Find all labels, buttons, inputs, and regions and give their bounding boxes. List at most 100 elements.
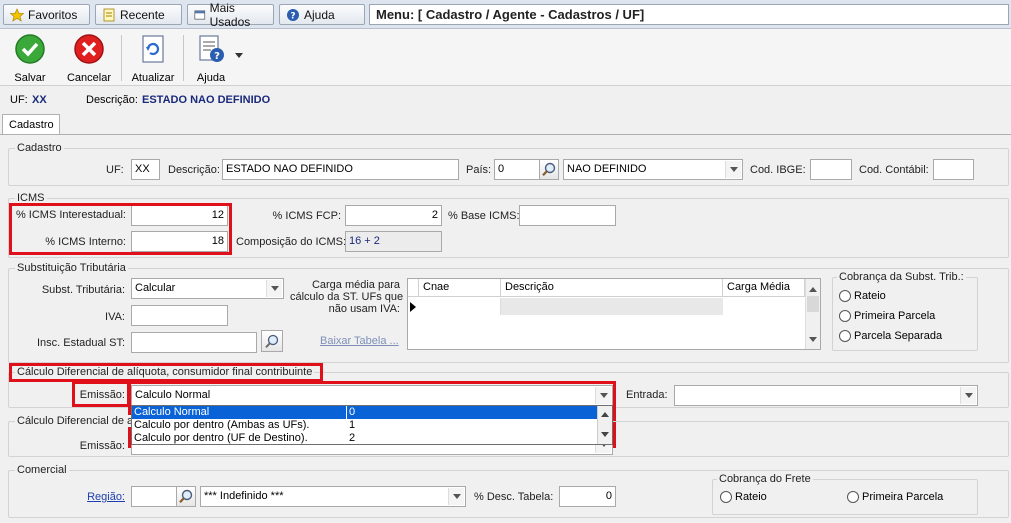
entrada-select[interactable] xyxy=(674,385,978,406)
ajuda-toolbar-button[interactable]: ? Ajuda xyxy=(186,31,236,84)
baixar-tabela-link[interactable]: Baixar Tabela ... xyxy=(320,335,399,347)
svg-text:?: ? xyxy=(214,51,220,62)
radio-label: Parcela Separada xyxy=(854,330,943,342)
descricao-input[interactable]: ESTADO NAO DEFINIDO xyxy=(222,159,459,180)
regiao-lookup-button[interactable] xyxy=(176,486,196,507)
scroll-down-icon[interactable] xyxy=(601,432,609,441)
option-label: Calculo Normal xyxy=(134,406,210,418)
desc-info-label: Descrição: xyxy=(86,94,138,106)
option-code: 0 xyxy=(349,406,356,418)
option-divider xyxy=(346,406,347,419)
base-icms-label: % Base ICMS: xyxy=(448,210,520,222)
toolbar: Salvar Cancelar Atualizar ? Ajuda xyxy=(0,29,1011,86)
subst-select[interactable]: Calcular xyxy=(131,278,284,299)
carga-media-label-line: cálculo da ST. UFs que xyxy=(290,291,404,303)
cancelar-label: Cancelar xyxy=(66,72,112,84)
radio-label: Rateio xyxy=(854,290,886,302)
favoritos-button[interactable]: Favoritos xyxy=(3,4,90,25)
tab-cadastro[interactable]: Cadastro xyxy=(2,114,60,135)
iva-input[interactable] xyxy=(131,305,228,326)
ajuda-dropdown-arrow-icon[interactable] xyxy=(235,53,243,62)
radio-frete-rateio[interactable]: Rateio xyxy=(720,491,767,503)
radio-rateio[interactable]: Rateio xyxy=(839,290,886,302)
contabil-input[interactable] xyxy=(933,159,974,180)
emissao-dropdown-list[interactable]: Calculo Normal 0 Calculo por dentro (Amb… xyxy=(131,405,613,445)
pais-select-value: NAO DEFINIDO xyxy=(567,163,647,175)
scroll-thumb[interactable] xyxy=(807,296,819,312)
toolbar-separator xyxy=(121,35,122,81)
regiao-link[interactable]: Região: xyxy=(60,491,125,503)
dropdown-option-uf-destino[interactable]: Calculo por dentro (UF de Destino). 2 xyxy=(132,432,598,445)
recente-label: Recente xyxy=(120,7,165,22)
salvar-button[interactable]: Salvar xyxy=(5,31,55,84)
pais-lookup-button[interactable] xyxy=(539,159,559,180)
cancelar-button[interactable]: Cancelar xyxy=(64,31,114,84)
grid-cell[interactable] xyxy=(501,298,723,315)
ibge-input[interactable] xyxy=(810,159,852,180)
descricao-label: Descrição: xyxy=(168,164,220,176)
cobranca-frete-title: Cobrança do Frete xyxy=(717,473,813,485)
chevron-down-icon xyxy=(266,280,282,297)
grid-cell[interactable] xyxy=(419,298,501,315)
icms-fcp-input[interactable]: 2 xyxy=(345,205,442,226)
dropdown-scrollbar[interactable] xyxy=(597,406,612,444)
help-document-icon: ? xyxy=(199,35,224,62)
highlight-box-difal-title xyxy=(9,363,323,382)
regiao-code-input[interactable] xyxy=(131,486,177,507)
pais-code-input[interactable]: 0 xyxy=(494,159,540,180)
dropdown-option-ambas-ufs[interactable]: Calculo por dentro (Ambas as UFs). 1 xyxy=(132,419,598,432)
insc-st-input[interactable] xyxy=(131,332,257,353)
uf-input[interactable]: XX xyxy=(131,159,160,180)
insc-st-label: Insc. Estadual ST: xyxy=(36,337,125,349)
ajuda-nav-label: Ajuda xyxy=(304,7,335,22)
grid-header-descricao[interactable]: Descrição xyxy=(501,279,723,297)
top-nav-bar: Favoritos Recente Mais Usados ? Ajuda Me… xyxy=(0,0,1011,29)
ibge-label: Cod. IBGE: xyxy=(750,164,806,176)
radio-parcela-separada[interactable]: Parcela Separada xyxy=(839,330,942,342)
subst-select-value: Calcular xyxy=(135,282,176,294)
carga-media-label-line: não usam IVA: xyxy=(328,303,400,315)
radio-primeira-parcela[interactable]: Primeira Parcela xyxy=(839,310,935,322)
base-icms-input[interactable] xyxy=(519,205,616,226)
pais-label: País: xyxy=(466,164,492,176)
cobranca-st-title: Cobrança da Subst. Trib.: xyxy=(837,271,966,283)
grid-cell[interactable] xyxy=(723,298,805,315)
baixar-tabela-text: Baixar Tabela ... xyxy=(320,335,399,347)
uf-label: UF: xyxy=(106,164,124,176)
highlight-box-emissao-label xyxy=(72,381,130,407)
recent-icon xyxy=(103,8,115,21)
tab-divider xyxy=(0,134,1011,135)
radio-circle-icon xyxy=(839,290,851,302)
desc-tabela-input[interactable]: 0 xyxy=(559,486,616,507)
chevron-down-icon xyxy=(448,488,464,505)
check-icon xyxy=(15,34,45,64)
insc-st-lookup-button[interactable] xyxy=(261,330,283,352)
search-icon xyxy=(542,162,556,177)
uf-info-label: UF: xyxy=(10,94,28,106)
atualizar-button[interactable]: Atualizar xyxy=(128,31,178,84)
comercial-section-title: Comercial xyxy=(15,464,69,476)
iva-label: IVA: xyxy=(105,311,125,323)
pais-select[interactable]: NAO DEFINIDO xyxy=(563,159,743,180)
radio-frete-primeira-parcela[interactable]: Primeira Parcela xyxy=(847,491,943,503)
scroll-up-icon[interactable] xyxy=(601,408,609,417)
regiao-select[interactable]: *** Indefinido *** xyxy=(200,486,466,507)
grid-header-cnae[interactable]: Cnae xyxy=(419,279,501,297)
desc-tabela-label: % Desc. Tabela: xyxy=(474,491,554,503)
recente-button[interactable]: Recente xyxy=(95,4,182,25)
mais-usados-label: Mais Usados xyxy=(209,0,251,29)
radio-label: Primeira Parcela xyxy=(854,310,936,322)
grid-scrollbar[interactable] xyxy=(805,279,820,349)
ajuda-nav-button[interactable]: ? Ajuda xyxy=(279,4,365,25)
grid-header-carga-media[interactable]: Carga Média xyxy=(723,279,805,297)
carga-media-grid[interactable]: Cnae Descrição Carga Média xyxy=(407,278,821,350)
radio-circle-icon xyxy=(847,491,859,503)
scroll-up-icon[interactable] xyxy=(809,283,817,292)
radio-circle-icon xyxy=(720,491,732,503)
refresh-icon xyxy=(142,35,164,63)
scroll-down-icon[interactable] xyxy=(809,337,817,346)
uf-info-value: XX xyxy=(32,94,47,106)
mais-usados-button[interactable]: Mais Usados xyxy=(187,1,274,29)
dropdown-option-calculo-normal[interactable]: Calculo Normal 0 xyxy=(132,406,598,419)
icms-fcp-label: % ICMS FCP: xyxy=(272,210,341,222)
